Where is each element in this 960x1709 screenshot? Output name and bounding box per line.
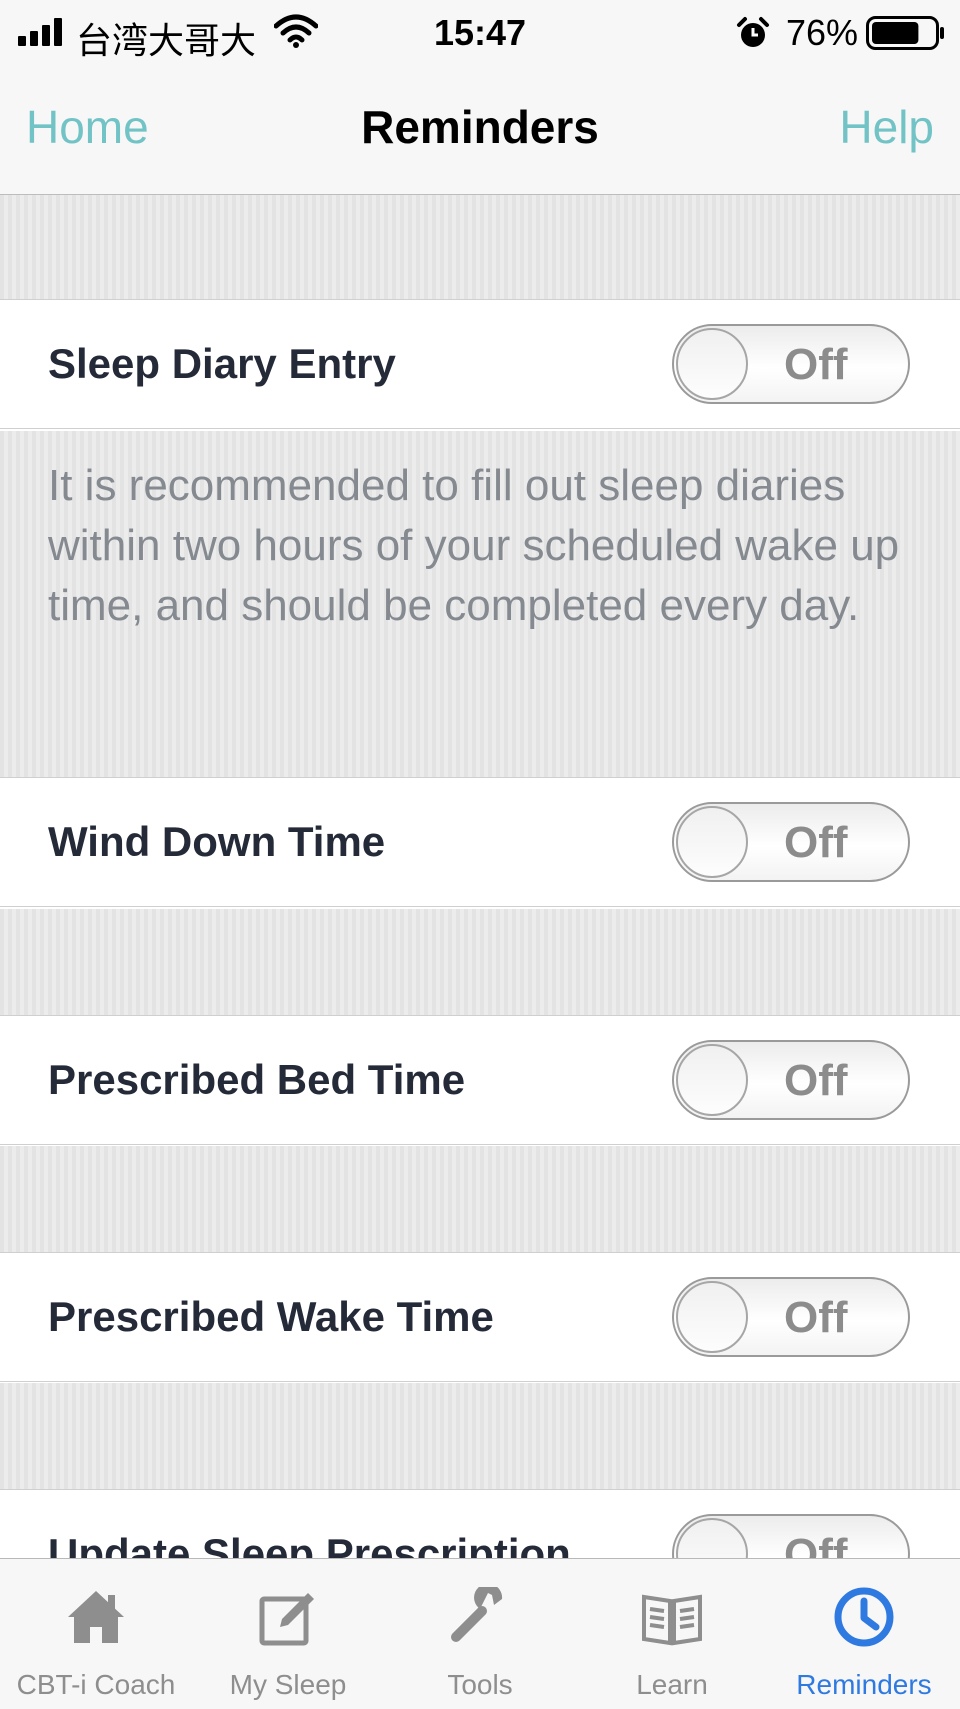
wrench-icon [451, 1587, 503, 1642]
toggle-knob [676, 328, 748, 400]
reminder-label: Prescribed Bed Time [48, 1056, 466, 1103]
section-spacer [0, 909, 960, 1016]
wind-down-time-toggle[interactable]: Off [672, 802, 910, 882]
toggle-state: Off [784, 818, 848, 867]
page-title: Reminders [361, 101, 599, 153]
section-spacer [0, 1146, 960, 1253]
reminder-label: Wind Down Time [48, 818, 386, 865]
reminder-row-wind-down-time: Wind Down Time Off [0, 778, 960, 907]
toggle-state: Off [784, 1293, 848, 1342]
reminder-row-prescribed-bed-time: Prescribed Bed Time Off [0, 1016, 960, 1145]
battery-percent: 76% [786, 12, 859, 53]
tab-learn[interactable]: Learn [576, 1559, 768, 1709]
toggle-state: Off [784, 1056, 848, 1105]
tab-label: Reminders [796, 1669, 932, 1700]
help-button[interactable]: Help [839, 100, 934, 154]
navigation-bar: Home Reminders Help [0, 68, 960, 195]
toggle-state: Off [784, 340, 848, 389]
alarm-icon [737, 17, 769, 47]
status-bar: 台湾大哥大 15:47 76% [0, 0, 960, 68]
reminder-row-prescribed-wake-time: Prescribed Wake Time Off [0, 1253, 960, 1382]
prescribed-wake-time-toggle[interactable]: Off [672, 1277, 910, 1357]
section-spacer [0, 1383, 960, 1490]
tab-label: Learn [636, 1669, 708, 1700]
reminder-label: Prescribed Wake Time [48, 1293, 494, 1340]
clock-icon [834, 1587, 894, 1647]
sleep-diary-note: It is recommended to fill out sleep diar… [48, 461, 900, 630]
toggle-knob [676, 1044, 748, 1116]
reminder-row-sleep-diary-entry: Sleep Diary Entry Off [0, 300, 960, 429]
tab-label: Tools [447, 1669, 513, 1700]
tab-bar: CBT-i Coach My Sleep Tools Learn Reminde… [0, 1558, 960, 1709]
sleep-diary-entry-toggle[interactable]: Off [672, 324, 910, 404]
toggle-knob [676, 806, 748, 878]
tab-cbt-i-coach[interactable]: CBT-i Coach [0, 1559, 192, 1709]
home-icon [68, 1591, 124, 1643]
section-spacer [0, 195, 960, 300]
book-icon [642, 1594, 702, 1646]
tab-label: My Sleep [229, 1669, 347, 1700]
tab-my-sleep[interactable]: My Sleep [192, 1559, 384, 1709]
toggle-knob [676, 1281, 748, 1353]
prescribed-bed-time-toggle[interactable]: Off [672, 1040, 910, 1120]
battery-icon [866, 16, 944, 50]
edit-icon [259, 1593, 314, 1646]
reminder-label: Sleep Diary Entry [48, 340, 396, 387]
tab-label: CBT-i Coach [16, 1669, 176, 1700]
tab-reminders[interactable]: Reminders [768, 1559, 960, 1709]
tab-tools[interactable]: Tools [384, 1559, 576, 1709]
